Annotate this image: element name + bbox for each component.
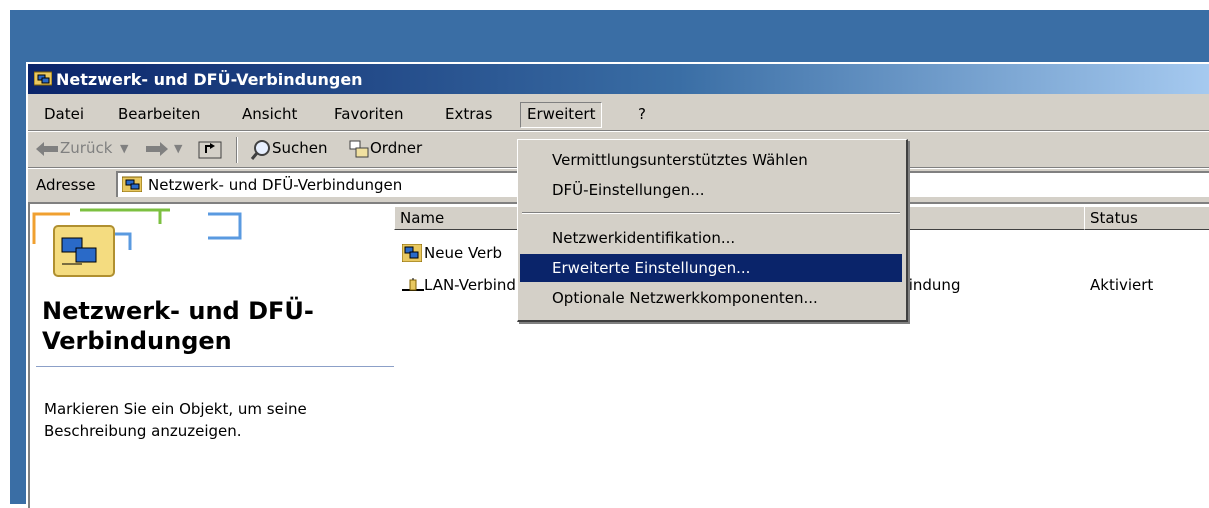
lan-connection-icon [402,278,424,291]
address-value: Netzwerk- und DFÜ-Verbindungen [148,176,403,194]
forward-dropdown-icon[interactable]: ▼ [174,142,182,155]
menu-favoriten[interactable]: Favoriten [328,103,409,127]
network-folder-icon [122,176,142,192]
menu-item-dfue-einstellungen[interactable]: DFÜ-Einstellungen... [520,176,902,204]
menu-label: Bearbeiten [118,105,201,123]
menu-ansicht[interactable]: Ansicht [236,103,303,127]
menu-label: Ansicht [242,105,298,123]
menu-item-optionale-netzwerkkomponenten[interactable]: Optionale Netzwerkkomponenten... [520,284,902,312]
back-dropdown-icon[interactable]: ▼ [120,142,128,155]
back-arrow-icon [36,142,58,156]
address-label: Adresse [36,176,96,194]
folders-button[interactable]: Ordner [370,139,422,157]
folder-up-icon[interactable] [198,139,222,159]
forward-arrow-icon[interactable] [146,142,168,156]
network-connections-banner-icon [32,208,242,277]
pane-description: Markieren Sie ein Objekt, um seine Besch… [44,400,307,440]
menu-extras[interactable]: Extras [439,103,498,127]
menu-help[interactable]: ? [632,103,652,127]
menu-label: Erweitert [527,105,596,123]
menu-label: Datei [44,105,85,123]
menu-item-label: Netzwerkidentifikation... [552,229,736,247]
menu-datei[interactable]: Datei [38,103,90,127]
menu-label: Favoriten [334,105,404,123]
menu-label: Extras [445,105,493,123]
menu-item-vermittlungsunterstuetztes-waehlen[interactable]: Vermittlungsunterstütztes Wählen [520,146,902,174]
menu-item-label: Vermittlungsunterstütztes Wählen [552,151,808,169]
menu-bearbeiten[interactable]: Bearbeiten [112,103,206,127]
network-folder-icon [34,71,52,86]
web-view-pane: Netzwerk- und DFÜ-Verbindungen Markieren… [30,204,394,508]
back-button[interactable]: Zurück [60,139,112,157]
menu-erweitert[interactable]: Erweitert [520,102,603,128]
pane-divider [36,366,394,367]
menu-item-label: Erweiterte Einstellungen... [552,259,751,277]
menu-label: ? [638,105,646,123]
column-label: Status [1090,209,1138,227]
new-connection-icon [402,244,422,262]
title-bar[interactable]: Netzwerk- und DFÜ-Verbindungen [28,64,1209,94]
item-name: Neue Verb [424,244,502,262]
menu-bar: Datei Bearbeiten Ansicht Favoriten Extra… [28,97,1209,129]
search-button[interactable]: Suchen [272,139,328,157]
search-icon [250,140,270,160]
toolbar-separator [236,137,238,163]
item-status: Aktiviert [1090,276,1154,294]
erweitert-menu: Vermittlungsunterstütztes Wählen DFÜ-Ein… [517,139,908,322]
menu-item-label: DFÜ-Einstellungen... [552,181,705,199]
menu-item-erweiterte-einstellungen[interactable]: Erweiterte Einstellungen... [520,254,902,282]
column-header-status[interactable]: Status [1084,206,1209,230]
menu-item-netzwerkidentifikation[interactable]: Netzwerkidentifikation... [520,224,902,252]
column-label: Name [400,209,445,227]
folders-icon [349,140,369,158]
menu-item-label: Optionale Netzwerkkomponenten... [552,289,818,307]
window-title: Netzwerk- und DFÜ-Verbindungen [56,70,363,89]
pane-title: Netzwerk- und DFÜ-Verbindungen [42,297,314,355]
menu-separator [522,212,900,214]
